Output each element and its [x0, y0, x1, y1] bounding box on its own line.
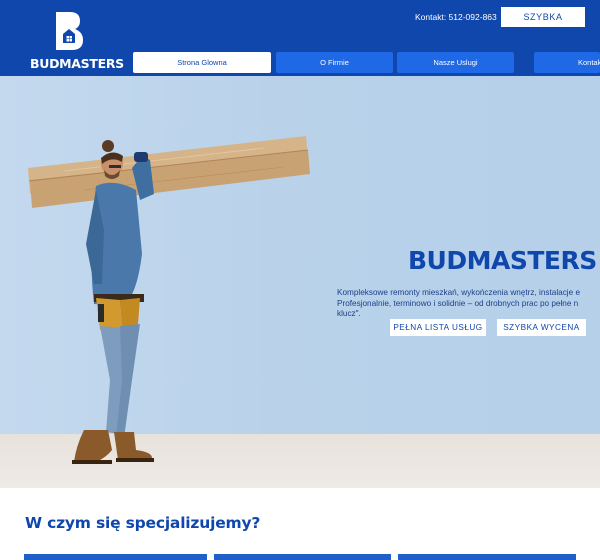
logo-house-b-icon [56, 12, 83, 50]
hero-title: BUDMASTERS [408, 246, 597, 275]
hero-section: BUDMASTERS Kompleksowe remonty mieszkań,… [0, 76, 600, 488]
specialization-card[interactable] [398, 554, 576, 560]
nav-item-contact[interactable]: Kontakt [534, 52, 600, 73]
logo-text: BUDMASTERS [30, 56, 124, 71]
nav-item-services[interactable]: Nasze Uslugi [397, 52, 514, 73]
worker-carrying-planks-image [28, 136, 310, 464]
wooden-planks [28, 136, 310, 208]
hero-quick-quote-button[interactable]: SZYBKA WYCENA [497, 319, 586, 336]
quick-quote-button[interactable]: SZYBKA WYCENA [501, 7, 585, 42]
specialization-card[interactable] [24, 554, 207, 560]
site-header: BUDMASTERS Kontakt: 512-092-863 SZYBKA W… [0, 0, 600, 76]
specialization-card[interactable] [214, 554, 391, 560]
logo[interactable]: BUDMASTERS [30, 10, 124, 72]
services-list-button[interactable]: PEŁNA LISTA USŁUG [390, 319, 486, 336]
nav-item-about[interactable]: O Firmie [276, 52, 393, 73]
specializations-title: W czym się specjalizujemy? [25, 514, 261, 532]
hero-description: Kompleksowe remonty mieszkań, wykończeni… [337, 288, 580, 318]
contact-phone[interactable]: Kontakt: 512-092-863 [415, 12, 497, 22]
main-nav: Strona Glowna O Firmie Nasze Uslugi Kont… [133, 52, 600, 73]
nav-item-home[interactable]: Strona Glowna [133, 52, 271, 73]
